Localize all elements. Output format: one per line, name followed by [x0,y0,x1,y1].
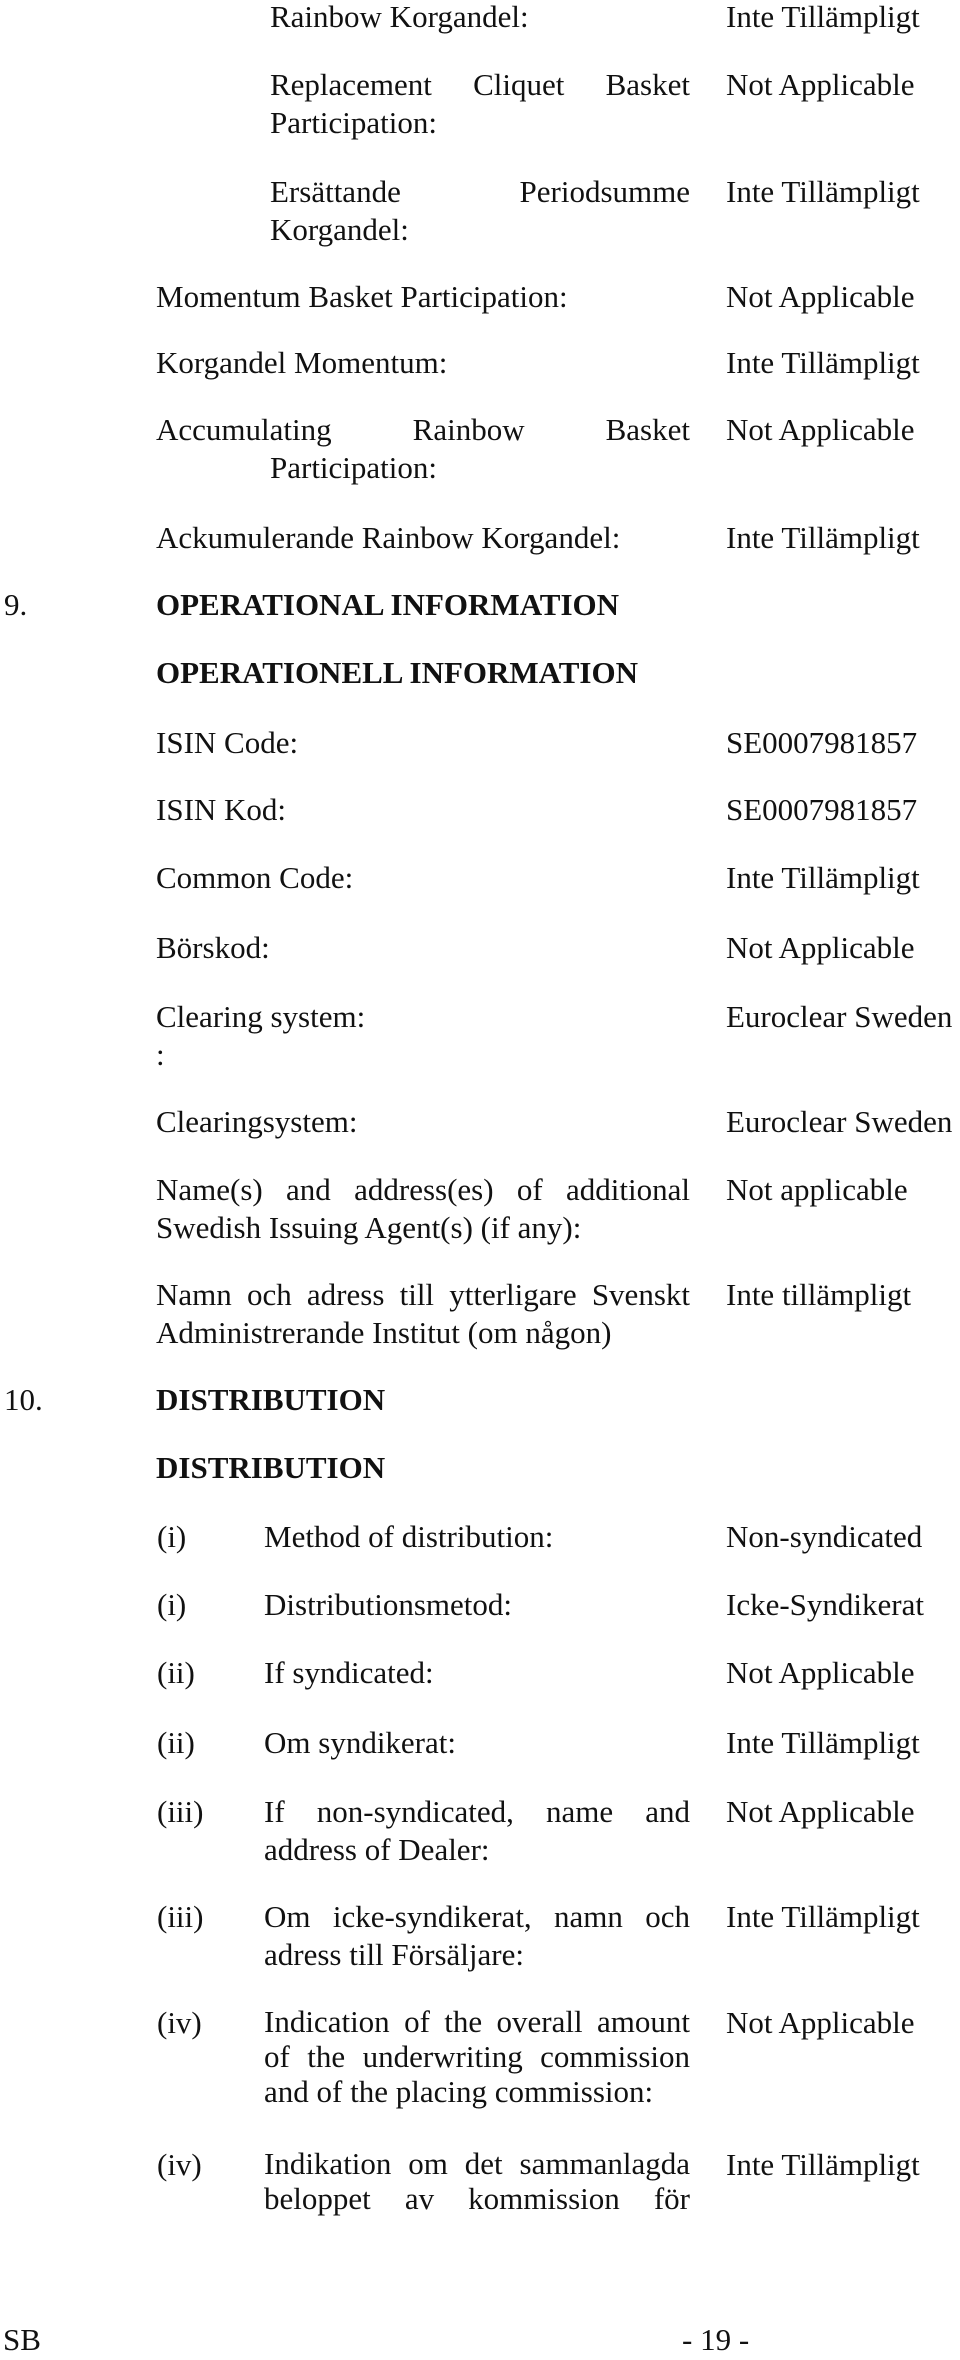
row-label: If non-syndicated, name and address of D… [264,1794,690,1867]
row-label: Indication of the overall amount of the … [264,2004,690,2109]
row-label: If syndicated: [264,1655,434,1690]
item-number: (ii) [157,1725,195,1760]
item-number: (iv) [157,2005,202,2040]
row-value: Euroclear Sweden [726,999,953,1034]
row-value: Inte Tillämpligt [726,1725,920,1760]
row-value: Inte Tillämpligt [726,0,920,34]
row-label: Ersättande Periodsumme Korgandel: [270,174,690,247]
row-label: Clearing system: [156,999,366,1034]
row-value: Not Applicable [726,1794,915,1829]
row-label: Clearingsystem: [156,1104,358,1139]
row-value: Not Applicable [726,2005,915,2040]
row-label: ISIN Code: [156,725,299,760]
section-heading-sv: OPERATIONELL INFORMATION [156,655,638,690]
row-value: Not Applicable [726,1655,915,1690]
row-label: Indikation om det sammanlagda beloppet a… [264,2146,690,2216]
row-label: Namn och adress till ytterligare Svenskt… [156,1277,690,1350]
row-label: Korgandel Momentum: [156,345,448,380]
row-label: Ackumulerande Rainbow Korgandel: [156,520,621,555]
row-value: Inte Tillämpligt [726,174,920,209]
section-heading: OPERATIONAL INFORMATION [156,587,620,622]
row-value: Non-syndicated [726,1519,923,1554]
section-heading: DISTRIBUTION [156,1382,386,1417]
row-label: Replacement Cliquet Basket Participation… [270,67,690,140]
row-value: SE0007981857 [726,792,918,827]
item-number: (i) [157,1519,187,1554]
footer-initials: SB [3,2322,41,2357]
row-label: Common Code: [156,860,354,895]
item-number: (i) [157,1587,187,1622]
row-label: Rainbow Korgandel: [270,0,529,34]
item-number: (iv) [157,2147,202,2182]
section-number: 10. [4,1382,43,1417]
row-value: Icke-Syndikerat [726,1587,924,1622]
row-value: Inte tillämpligt [726,1277,912,1312]
row-value: Inte Tillämpligt [726,860,920,895]
row-value: Not Applicable [726,930,915,965]
row-label: Name(s) and address(es) of additional Sw… [156,1172,690,1245]
row-value: Inte Tillämpligt [726,345,920,380]
item-number: (ii) [157,1655,195,1690]
row-label: Momentum Basket Participation: [156,279,568,314]
item-number: (iii) [157,1794,204,1829]
row-value: Euroclear Sweden [726,1104,953,1139]
row-value: Not applicable [726,1172,908,1207]
row-value: Not Applicable [726,67,915,102]
row-value: Not Applicable [726,412,915,447]
row-value: Inte Tillämpligt [726,1899,920,1934]
row-label-colon: : [156,1037,165,1072]
row-label: ISIN Kod: [156,792,287,827]
row-value: Inte Tillämpligt [726,2147,920,2182]
row-label: Accumulating Rainbow Basket Participatio… [156,412,690,485]
row-label: Om icke-syndikerat, namn och adress till… [264,1899,690,1972]
section-heading-sv: DISTRIBUTION [156,1450,386,1485]
item-number: (iii) [157,1899,204,1934]
row-value: Inte Tillämpligt [726,520,920,555]
row-label: Om syndikerat: [264,1725,456,1760]
page-number: - 19 - [682,2322,750,2357]
section-number: 9. [4,587,28,622]
row-value: Not Applicable [726,279,915,314]
row-label: Distributionsmetod: [264,1587,512,1622]
row-value: SE0007981857 [726,725,918,760]
row-label: Börskod: [156,930,270,965]
row-label: Method of distribution: [264,1519,554,1554]
